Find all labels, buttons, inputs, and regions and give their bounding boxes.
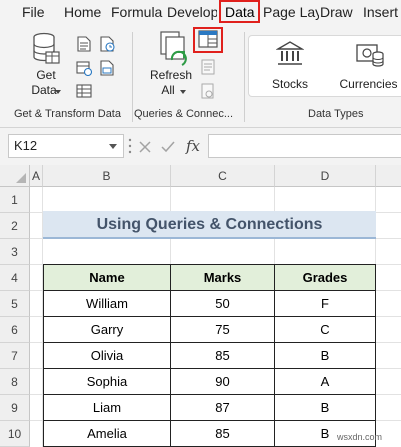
stocks-bank-icon[interactable] [276,41,304,67]
name-box-value: K12 [14,138,38,153]
table-cell[interactable]: William [44,291,171,317]
enter-check-icon[interactable] [160,140,176,154]
tab-draw[interactable]: Draw [320,0,356,24]
column-header-b[interactable]: B [43,165,171,187]
queries-group-label: Queries & Connec... [134,108,234,120]
insert-function-icon[interactable]: fx [182,136,204,156]
row-header-9[interactable]: 9 [0,395,30,421]
properties-icon[interactable] [201,59,215,75]
edit-links-icon[interactable] [201,83,215,99]
name-box-dropdown-icon[interactable] [109,144,117,149]
formula-input[interactable] [208,134,401,158]
column-header-c[interactable]: C [171,165,275,187]
data-types-group-label: Data Types [308,108,364,120]
queries-button-highlight [193,27,223,53]
column-header-d[interactable]: D [275,165,376,187]
row-header-6[interactable]: 6 [0,317,30,343]
row-header-8[interactable]: 8 [0,369,30,395]
table-cell[interactable]: 87 [171,395,275,421]
formula-bar-grip-icon[interactable] [128,137,132,155]
tab-insert[interactable]: Insert [363,0,401,24]
from-text-csv-icon[interactable] [76,36,92,52]
currencies-label[interactable]: Currencies [336,77,401,92]
stocks-label[interactable]: Stocks [266,77,314,92]
row-header-5[interactable]: 5 [0,291,30,317]
watermark: wsxdn.com [337,432,383,442]
table-cell[interactable]: 90 [171,369,275,395]
from-web-icon[interactable] [76,60,92,76]
column-header-a[interactable]: A [30,165,43,187]
table-cell[interactable]: Olivia [44,343,171,369]
table-header-grades[interactable]: Grades [275,265,376,291]
select-all-triangle-icon [16,173,26,183]
table-cell[interactable]: 75 [171,317,275,343]
name-box[interactable]: K12 [8,134,124,158]
refresh-all-icon[interactable] [158,30,192,68]
table-cell[interactable]: F [275,291,376,317]
tab-developer[interactable]: Develop [167,0,217,24]
row-header-3[interactable]: 3 [0,239,30,265]
refresh-all-label-1[interactable]: Refresh [146,68,196,83]
table-cell[interactable]: B [275,343,376,369]
group-separator [132,32,133,122]
table-cell[interactable]: 50 [171,291,275,317]
ribbon-tabs: File Home Formula Develop Data Page Lay … [0,0,401,24]
get-transform-group-label: Get & Transform Data [14,108,121,120]
table-cell[interactable]: 85 [171,343,275,369]
existing-connections-icon[interactable] [99,60,115,76]
database-icon[interactable] [31,32,61,66]
currencies-icon[interactable] [355,42,385,68]
sheet-title-cell[interactable]: Using Queries & Connections [43,211,376,239]
tab-page-layout[interactable]: Page Lay [263,0,319,24]
data-tab-highlight [219,0,260,23]
column-header-e[interactable] [376,165,401,187]
ribbon: Get Data Get & Transform Data Refresh Al… [0,24,401,128]
refresh-dropdown-icon[interactable] [180,90,186,94]
tab-file[interactable]: File [22,0,46,24]
group-separator [244,32,245,122]
row-header-7[interactable]: 7 [0,343,30,369]
tab-home[interactable]: Home [64,0,102,24]
table-header-marks[interactable]: Marks [171,265,275,291]
table-cell[interactable]: Garry [44,317,171,343]
tab-formulas[interactable]: Formula [111,0,163,24]
table-cell[interactable]: 85 [171,421,275,447]
table-cell[interactable]: B [275,395,376,421]
get-data-dropdown-icon[interactable] [55,90,61,94]
cancel-icon[interactable] [138,140,152,154]
select-all-corner[interactable] [0,165,30,187]
from-table-range-icon[interactable] [76,83,92,99]
formula-bar: K12 fx [0,128,401,165]
table-cell[interactable]: C [275,317,376,343]
get-data-label-1[interactable]: Get [26,68,66,83]
table-header-name[interactable]: Name [44,265,171,291]
table-cell[interactable]: A [275,369,376,395]
table-cell[interactable]: Amelia [44,421,171,447]
table-cell[interactable]: Liam [44,395,171,421]
row-header-1[interactable]: 1 [0,187,30,213]
row-header-2[interactable]: 2 [0,213,30,239]
recent-sources-icon[interactable] [99,36,115,52]
row-header-10[interactable]: 10 [0,421,30,447]
row-header-4[interactable]: 4 [0,265,30,291]
table-cell[interactable]: Sophia [44,369,171,395]
